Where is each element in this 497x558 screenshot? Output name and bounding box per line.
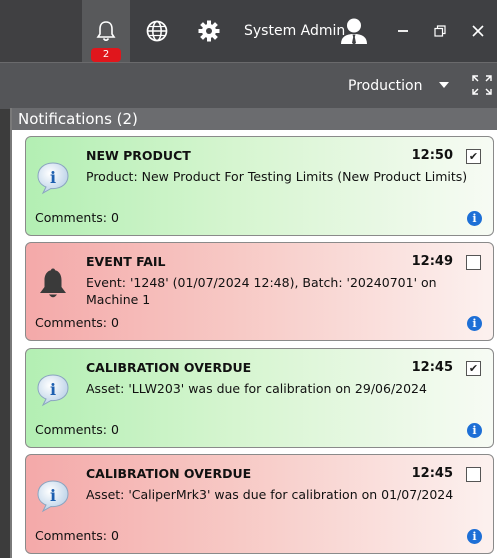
info-icon: i	[37, 374, 69, 407]
info-icon: i	[37, 162, 69, 195]
title-bar-left-area	[0, 0, 82, 62]
notification-card[interactable]: i CALIBRATION OVERDUE 12:45 Asset: 'Cali…	[25, 454, 494, 554]
close-icon	[472, 25, 484, 37]
notification-time: 12:45	[411, 360, 453, 375]
notification-message: Asset: 'CaliperMrk3' was due for calibra…	[86, 487, 454, 502]
details-info-icon[interactable]: i	[467, 211, 482, 226]
notifications-panel: Notifications (2) i NEW PRODUCT 12:50 ✔ …	[10, 108, 497, 558]
notification-card[interactable]: i NEW PRODUCT 12:50 ✔ Product: New Produ…	[25, 136, 494, 236]
title-bar: 2 System Admin	[0, 0, 497, 62]
acknowledge-checkbox[interactable]	[466, 467, 481, 482]
restore-button[interactable]	[423, 0, 457, 62]
user-account-icon[interactable]	[339, 17, 369, 45]
comments-count: Comments: 0	[35, 528, 119, 543]
minimize-button[interactable]	[386, 0, 420, 62]
notification-title: CALIBRATION OVERDUE	[86, 360, 252, 375]
details-info-icon[interactable]: i	[467, 316, 482, 331]
user-name-label[interactable]: System Admin	[244, 0, 345, 62]
svg-text:i: i	[50, 168, 56, 187]
svg-text:i: i	[50, 486, 56, 505]
acknowledge-checkbox[interactable]	[466, 255, 481, 270]
panel-title: Notifications (2)	[12, 108, 497, 130]
language-button[interactable]	[135, 0, 179, 62]
comments-count: Comments: 0	[35, 422, 119, 437]
fullscreen-icon[interactable]	[472, 75, 492, 95]
notification-message: Product: New Product For Testing Limits …	[86, 169, 468, 184]
info-icon: i	[37, 480, 69, 513]
notification-message: Event: '1248' (01/07/2024 12:48), Batch:…	[86, 275, 437, 307]
notification-card[interactable]: EVENT FAIL 12:49 Event: '1248' (01/07/20…	[25, 242, 494, 341]
notification-message: Asset: 'LLW203' was due for calibration …	[86, 381, 427, 396]
comments-count: Comments: 0	[35, 210, 119, 225]
details-info-icon[interactable]: i	[467, 423, 482, 438]
notification-title: CALIBRATION OVERDUE	[86, 466, 252, 481]
svg-text:i: i	[50, 380, 56, 399]
notification-time: 12:49	[411, 254, 453, 269]
acknowledge-checkbox[interactable]: ✔	[466, 361, 481, 376]
notification-count-badge: 2	[91, 48, 121, 62]
gear-icon	[198, 20, 220, 42]
globe-icon	[146, 20, 168, 42]
notification-title: NEW PRODUCT	[86, 148, 191, 163]
comments-count: Comments: 0	[35, 315, 119, 330]
minimize-icon	[398, 30, 408, 32]
view-selector[interactable]: Production	[348, 63, 422, 109]
notification-title: EVENT FAIL	[86, 254, 166, 269]
close-button[interactable]	[461, 0, 495, 62]
settings-button[interactable]	[187, 0, 231, 62]
notification-time: 12:45	[411, 466, 453, 481]
details-info-icon[interactable]: i	[467, 529, 482, 544]
notification-time: 12:50	[411, 148, 453, 163]
acknowledge-checkbox[interactable]: ✔	[466, 149, 481, 164]
notification-card[interactable]: i CALIBRATION OVERDUE 12:45 ✔ Asset: 'LL…	[25, 348, 494, 448]
restore-icon	[434, 25, 446, 37]
dropdown-arrow-icon[interactable]	[439, 82, 449, 88]
bell-icon	[96, 21, 116, 42]
bell-alert-icon	[40, 268, 66, 298]
view-toolbar: Production	[0, 62, 497, 109]
